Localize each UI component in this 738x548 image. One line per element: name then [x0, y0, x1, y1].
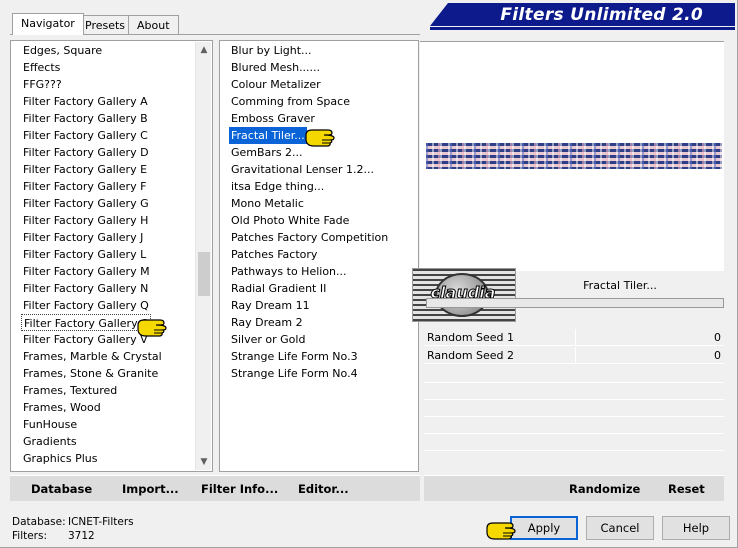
param-label: Random Seed 1	[427, 331, 515, 344]
category-item[interactable]: Filter Factory Gallery D	[21, 144, 151, 161]
category-item[interactable]: Filter Factory Gallery J	[21, 229, 145, 246]
banner-underline	[430, 27, 735, 30]
left-action-bar: Database Import... Filter Info... Editor…	[10, 475, 420, 501]
param-divider	[424, 416, 724, 417]
category-item[interactable]: Filter Factory Gallery G	[21, 195, 151, 212]
filter-item[interactable]: Blur by Light...	[229, 42, 314, 59]
pointing-hand-icon	[137, 319, 167, 337]
preview-image	[426, 143, 722, 169]
category-item[interactable]: Frames, Wood	[21, 399, 103, 416]
title-banner: Filters Unlimited 2.0	[430, 3, 735, 26]
help-button[interactable]: Help	[662, 516, 730, 540]
category-item[interactable]: Edges, Square	[21, 42, 104, 59]
category-item[interactable]: Gradients	[21, 433, 79, 450]
category-item[interactable]: Filter Factory Gallery L	[21, 246, 148, 263]
banner-title: Filters Unlimited 2.0	[500, 5, 703, 25]
filter-list[interactable]: Blur by Light... Blured Mesh...... Colour …	[219, 40, 419, 472]
category-item[interactable]: Filter Factory Gallery N	[21, 280, 150, 297]
filter-item[interactable]: Old Photo White Fade	[229, 212, 351, 229]
filter-item[interactable]: Comming from Space	[229, 93, 352, 110]
category-item[interactable]: Filter Factory Gallery A	[21, 93, 150, 110]
progress-bar	[426, 298, 724, 308]
editor-button[interactable]: Editor...	[298, 476, 349, 502]
scroll-thumb[interactable]	[198, 252, 210, 296]
filter-item[interactable]: Blured Mesh......	[229, 59, 322, 76]
reset-button[interactable]: Reset	[668, 476, 705, 502]
filter-item[interactable]: Colour Metalizer	[229, 76, 323, 93]
tab-presets[interactable]: Presets	[76, 15, 135, 35]
import-button[interactable]: Import...	[122, 476, 179, 502]
filter-item[interactable]: Fractal Tiler...	[229, 127, 307, 144]
current-filter-name: Fractal Tiler...	[516, 274, 724, 298]
category-item[interactable]: Filter Factory Gallery S	[21, 314, 152, 331]
category-item[interactable]: Frames, Textured	[21, 382, 119, 399]
category-item[interactable]: Filter Factory Gallery E	[21, 161, 149, 178]
filter-item[interactable]: Gravitational Lenser 1.2...	[229, 161, 376, 178]
category-item[interactable]: Filter Factory Gallery Q	[21, 297, 151, 314]
filter-item[interactable]: Ray Dream 11	[229, 297, 312, 314]
scroll-up-icon[interactable]: ▲	[197, 43, 211, 57]
param-divider	[424, 382, 724, 383]
randomize-button[interactable]: Randomize	[569, 476, 640, 502]
category-item[interactable]: Effects	[21, 59, 62, 76]
category-item[interactable]: Filter Factory Gallery B	[21, 110, 150, 127]
category-item[interactable]: Filter Factory Gallery H	[21, 212, 150, 229]
param-divider	[424, 399, 724, 400]
category-list[interactable]: Edges, Square Effects FFG??? Filter Factory…	[10, 40, 213, 472]
tab-about[interactable]: About	[128, 15, 179, 35]
pointing-hand-icon	[305, 129, 335, 147]
filter-item[interactable]: Patches Factory Competition	[229, 229, 390, 246]
filters-unlimited-window: Filters Unlimited 2.0 Navigator Presets …	[0, 0, 738, 548]
filter-info-button[interactable]: Filter Info...	[201, 476, 278, 502]
category-item[interactable]: Frames, Marble & Crystal	[21, 348, 164, 365]
category-item[interactable]: Frames, Stone & Granite	[21, 365, 160, 382]
filter-item[interactable]: Ray Dream 2	[229, 314, 305, 331]
tab-navigator[interactable]: Navigator	[12, 13, 84, 35]
param-label: Random Seed 2	[427, 349, 515, 362]
pointing-hand-icon	[486, 522, 516, 540]
param-value[interactable]: 0	[714, 347, 721, 364]
category-item[interactable]: FunHouse	[21, 416, 79, 433]
filter-item[interactable]: Strange Life Form No.4	[229, 365, 360, 382]
database-label: Database:	[12, 516, 66, 528]
category-item[interactable]: Filter Factory Gallery M	[21, 263, 152, 280]
right-action-bar: Randomize Reset	[424, 475, 724, 501]
category-item[interactable]: Filter Factory Gallery C	[21, 127, 150, 144]
param-divider	[424, 433, 724, 434]
category-item[interactable]: Filter Factory Gallery V	[21, 331, 150, 348]
filters-count: 3712	[68, 530, 95, 542]
category-item[interactable]: Graphics Plus	[21, 450, 99, 467]
filter-item[interactable]: Radial Gradient II	[229, 280, 328, 297]
database-value: ICNET-Filters	[68, 516, 134, 528]
category-item[interactable]: Filter Factory Gallery F	[21, 178, 148, 195]
param-row-random-seed-1[interactable]: Random Seed 1 0	[424, 329, 724, 346]
filter-item[interactable]: Patches Factory	[229, 246, 319, 263]
param-row-random-seed-2[interactable]: Random Seed 2 0	[424, 347, 724, 364]
filters-label: Filters:	[12, 530, 48, 542]
filter-item[interactable]: Silver or Gold	[229, 331, 307, 348]
category-item[interactable]: FFG???	[21, 76, 64, 93]
database-button[interactable]: Database	[31, 476, 92, 502]
filter-item[interactable]: GemBars 2...	[229, 144, 305, 161]
scroll-down-icon[interactable]: ▼	[197, 455, 211, 469]
filter-item[interactable]: Pathways to Helion...	[229, 263, 349, 280]
cancel-button[interactable]: Cancel	[586, 516, 654, 540]
filter-item[interactable]: Strange Life Form No.3	[229, 348, 360, 365]
param-value[interactable]: 0	[714, 329, 721, 346]
filter-item[interactable]: itsa Edge thing...	[229, 178, 326, 195]
filter-item[interactable]: Mono Metalic	[229, 195, 306, 212]
param-divider	[424, 450, 724, 451]
